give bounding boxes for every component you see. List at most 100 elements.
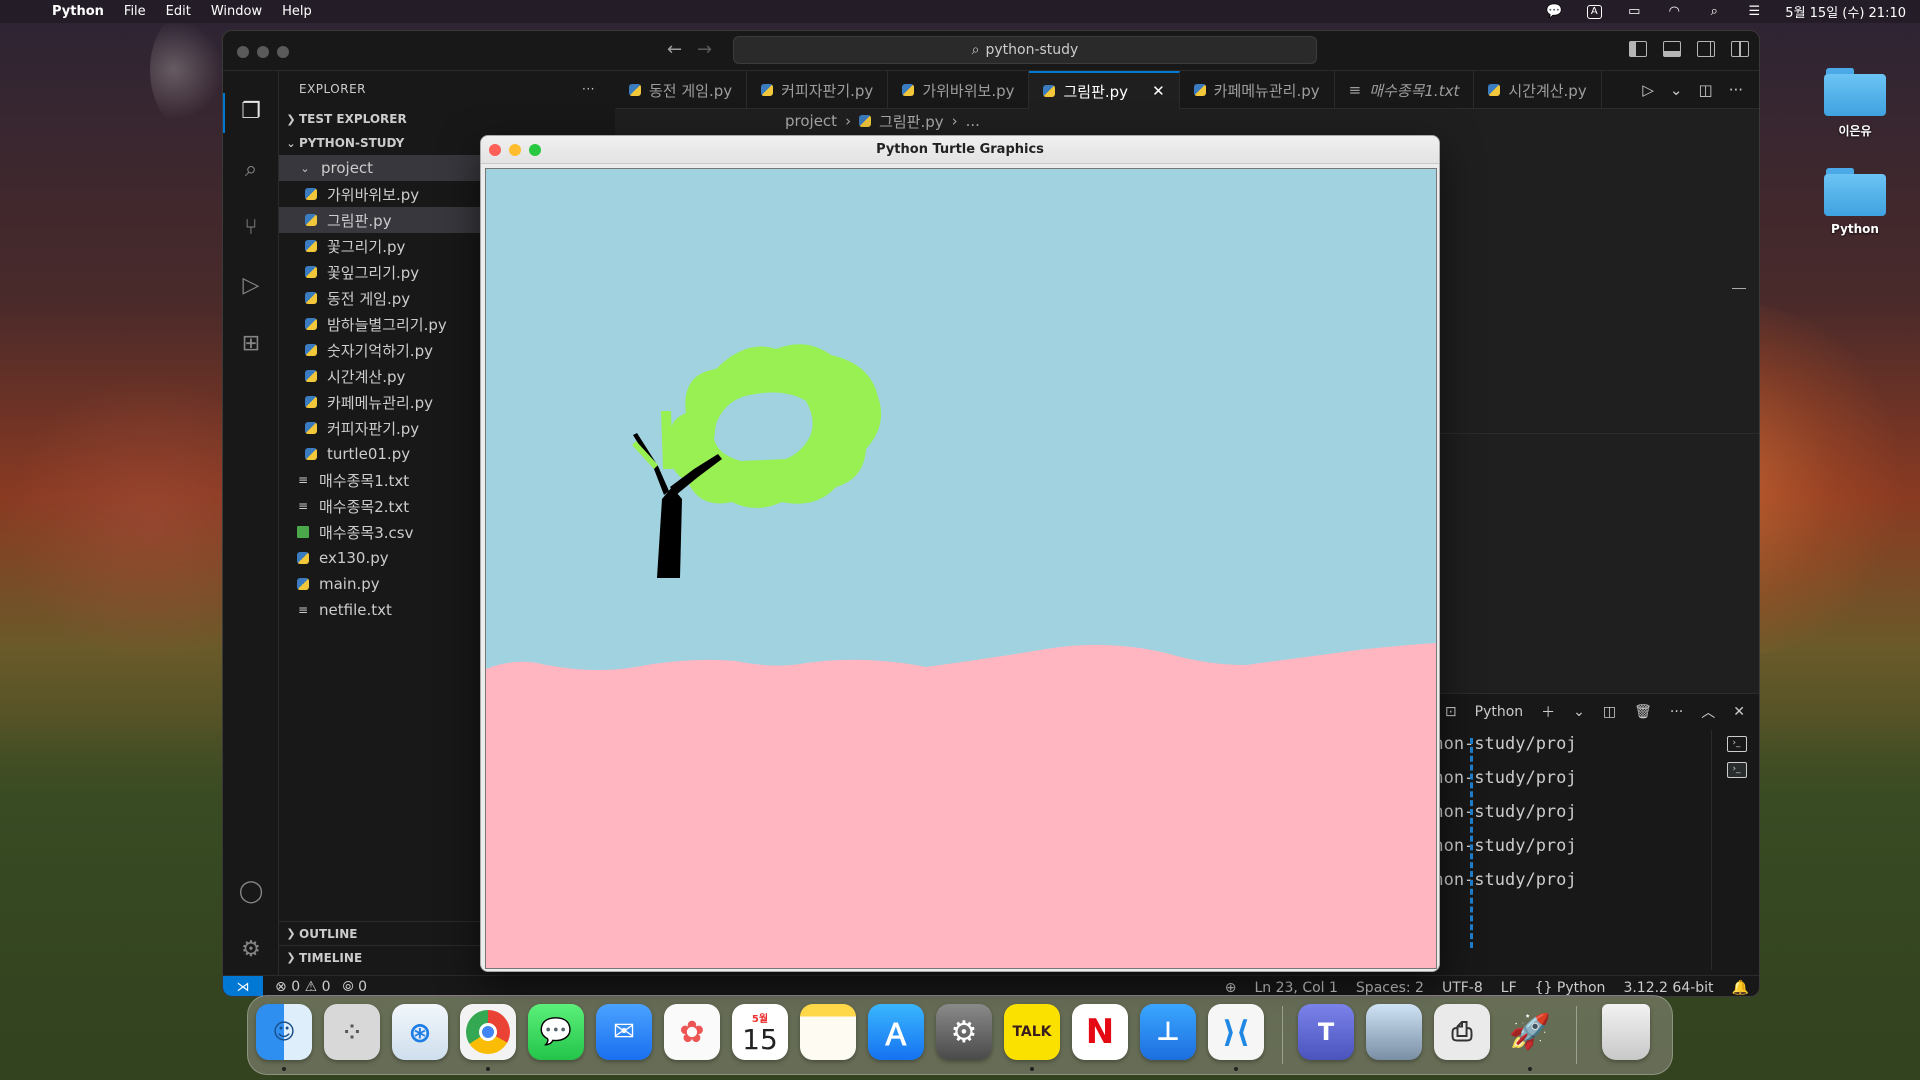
breadcrumb-file[interactable]: 그림판.py	[879, 111, 944, 132]
tab-time-calc[interactable]: 시간계산.py	[1474, 71, 1602, 109]
notes-icon[interactable]	[800, 1004, 856, 1060]
problems-indicator[interactable]: ⊗ 0 ⚠ 0	[275, 979, 331, 995]
menu-app-name[interactable]: Python	[52, 4, 104, 19]
explorer-files-icon[interactable]: ❐	[237, 97, 265, 125]
printer-icon[interactable]: ⎙	[1434, 1004, 1490, 1060]
command-center[interactable]: ⌕ python-study	[733, 36, 1317, 64]
kakaotalk-icon[interactable]: TALK	[1004, 1004, 1060, 1060]
toggle-panel-icon[interactable]	[1663, 41, 1681, 57]
chrome-icon[interactable]	[460, 1004, 516, 1060]
menu-window[interactable]: Window	[211, 4, 262, 19]
spotlight-search-icon[interactable]: ⌕	[1705, 4, 1723, 19]
more-actions-icon[interactable]: ···	[1729, 81, 1743, 99]
input-source-indicator[interactable]: A	[1586, 4, 1602, 19]
tab-rock-paper-scissors[interactable]: 가위바위보.py	[888, 71, 1030, 109]
toggle-secondary-sidebar-icon[interactable]	[1697, 41, 1715, 57]
terminal-scroll-indicator	[1470, 738, 1473, 948]
zoom-icon[interactable]: ⊕	[1225, 980, 1237, 996]
keynote-icon[interactable]: ⊥	[1140, 1004, 1196, 1060]
customize-layout-icon[interactable]	[1731, 41, 1749, 57]
split-editor-icon[interactable]: ◫	[1699, 81, 1713, 99]
mail-icon[interactable]: ✉	[596, 1004, 652, 1060]
folder-icon	[1824, 68, 1886, 116]
terminal-name[interactable]: Python	[1475, 704, 1524, 720]
python-interpreter[interactable]: 3.12.2 64-bit	[1623, 980, 1713, 996]
back-arrow-icon[interactable]: ←	[667, 39, 682, 60]
turtle-close-button[interactable]	[489, 144, 501, 156]
photos-icon[interactable]: ✿	[664, 1004, 720, 1060]
settings-gear-icon[interactable]: ⚙	[237, 935, 265, 963]
desktop-folder-user[interactable]: 이은유	[1815, 68, 1895, 139]
tab-coffee-machine[interactable]: 커피자판기.py	[747, 71, 889, 109]
terminal-tab-icon[interactable]: ›_	[1726, 762, 1747, 778]
window-minimize-button[interactable]	[257, 46, 269, 58]
breadcrumb-folder[interactable]: project	[785, 112, 837, 130]
wifi-icon[interactable]: ◠	[1665, 4, 1683, 19]
encoding[interactable]: UTF-8	[1442, 980, 1483, 996]
more-actions-icon[interactable]: ···	[1670, 704, 1683, 720]
launchpad-icon[interactable]: ⁘	[324, 1004, 380, 1060]
chevron-down-icon[interactable]: ⌄	[1670, 81, 1683, 99]
file-name: netfile.txt	[319, 601, 392, 619]
menu-file[interactable]: File	[124, 4, 146, 19]
desktop-folder-python[interactable]: Python	[1815, 168, 1895, 236]
error-count: 0	[291, 979, 301, 995]
source-control-icon[interactable]: ⑂	[237, 213, 265, 241]
tab-cafe-menu[interactable]: 카페메뉴관리.py	[1180, 71, 1335, 109]
netflix-icon[interactable]: N	[1072, 1004, 1128, 1060]
tab-paint[interactable]: 그림판.py ✕	[1029, 71, 1180, 109]
language-mode[interactable]: {} Python	[1535, 980, 1606, 996]
python-file-icon	[305, 344, 317, 356]
extensions-icon[interactable]: ⊞	[237, 329, 265, 357]
ports-indicator[interactable]: ⦾ 0	[343, 979, 368, 995]
trash-icon[interactable]: 🗑	[1634, 704, 1652, 720]
chevron-down-icon[interactable]: ⌄	[1573, 704, 1585, 720]
split-terminal-icon[interactable]: ◫	[1603, 704, 1616, 720]
preview-icon[interactable]	[1366, 1004, 1422, 1060]
menu-edit[interactable]: Edit	[166, 4, 191, 19]
app-store-icon[interactable]: Ａ	[868, 1004, 924, 1060]
remote-indicator-icon[interactable]: ⋊	[223, 975, 263, 996]
control-center-icon[interactable]: ☰	[1745, 4, 1763, 19]
messages-icon[interactable]: 💬	[528, 1004, 584, 1060]
line-ending[interactable]: LF	[1501, 980, 1517, 996]
forward-arrow-icon[interactable]: →	[697, 39, 712, 60]
battery-icon[interactable]: ▭	[1625, 4, 1643, 19]
tab-coin-game[interactable]: 동전 게임.py	[615, 71, 748, 109]
python-launcher-rocket-icon[interactable]: 🚀	[1502, 1004, 1558, 1060]
system-settings-icon[interactable]: ⚙	[936, 1004, 992, 1060]
toggle-primary-sidebar-icon[interactable]	[1629, 41, 1647, 57]
turtle-minimize-button[interactable]	[509, 144, 521, 156]
close-tab-icon[interactable]: ✕	[1152, 82, 1165, 100]
tab-stock-list[interactable]: ≡ 매수종목1.txt	[1335, 71, 1475, 109]
text-file-icon: ≡	[297, 603, 309, 617]
section-label: PYTHON-STUDY	[299, 136, 405, 150]
menu-help[interactable]: Help	[282, 4, 312, 19]
breadcrumb-symbol[interactable]: ...	[966, 112, 980, 130]
run-python-file-icon[interactable]: ▷	[1642, 81, 1654, 99]
turtle-canvas[interactable]	[485, 168, 1437, 969]
run-debug-icon[interactable]: ▷	[237, 271, 265, 299]
new-terminal-icon[interactable]: ＋	[1541, 702, 1555, 722]
indentation[interactable]: Spaces: 2	[1356, 980, 1424, 996]
window-close-button[interactable]	[237, 46, 249, 58]
window-zoom-button[interactable]	[277, 46, 289, 58]
finder-icon[interactable]: ☺	[256, 1004, 312, 1060]
vscode-icon[interactable]: ⟩⟨	[1208, 1004, 1264, 1060]
turtle-zoom-button[interactable]	[529, 144, 541, 156]
explorer-more-button[interactable]: ···	[582, 82, 595, 96]
notifications-bell-icon[interactable]: 🔔	[1732, 980, 1749, 996]
calendar-icon[interactable]: 5월 15	[732, 1004, 788, 1060]
trash-icon[interactable]	[1602, 1004, 1650, 1060]
account-icon[interactable]: ◯	[237, 877, 265, 905]
close-panel-icon[interactable]: ✕	[1733, 704, 1745, 720]
chat-bubble-icon[interactable]: 💬	[1545, 4, 1563, 19]
terminal-tab-icon[interactable]: ›_	[1726, 736, 1747, 752]
test-explorer-section[interactable]: ❯ TEST EXPLORER	[279, 107, 615, 131]
safari-icon[interactable]: ⊛	[392, 1004, 448, 1060]
cursor-position[interactable]: Ln 23, Col 1	[1254, 980, 1337, 996]
maximize-panel-icon[interactable]: ︿	[1701, 702, 1715, 722]
search-icon[interactable]: ⌕	[237, 155, 265, 183]
teams-icon[interactable]: T	[1298, 1004, 1354, 1060]
menubar-clock[interactable]: 5월 15일 (수) 21:10	[1785, 2, 1906, 21]
